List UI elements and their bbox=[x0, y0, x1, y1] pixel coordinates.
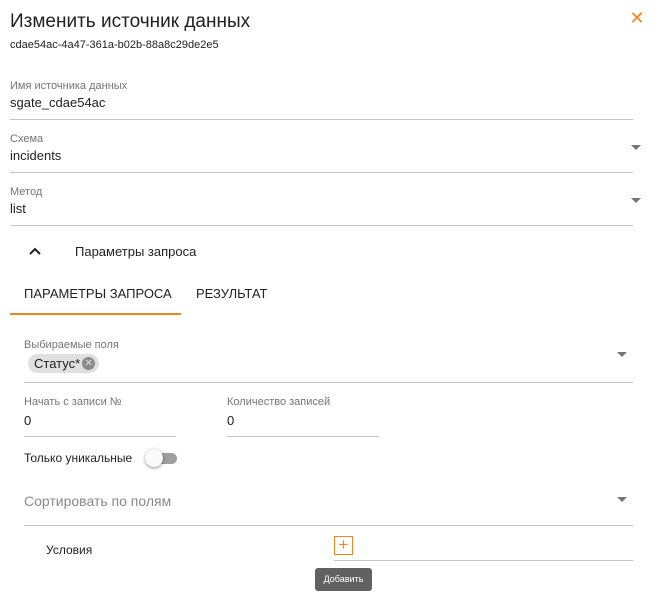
sort-fields-select[interactable]: Сортировать по полям bbox=[24, 484, 633, 526]
data-source-id: cdae54ac-4a47-361a-b02b-88a8c29de2e5 bbox=[10, 39, 219, 51]
data-source-name-label: Имя источника данных bbox=[10, 80, 128, 92]
chevron-up-icon[interactable] bbox=[26, 244, 44, 258]
method-select[interactable]: Метод list bbox=[10, 185, 633, 226]
data-source-name-field[interactable]: Имя источника данных sgate_cdae54ac bbox=[10, 79, 633, 120]
remove-chip-icon[interactable]: ✕ bbox=[82, 357, 96, 370]
record-count-value: 0 bbox=[227, 413, 235, 428]
sort-fields-dropdown-icon[interactable] bbox=[617, 497, 627, 502]
start-from-field[interactable]: Начать с записи № 0 bbox=[24, 395, 176, 437]
start-from-value: 0 bbox=[24, 413, 32, 428]
field-chip[interactable]: Статус* ✕ bbox=[28, 354, 100, 373]
method-dropdown-icon[interactable] bbox=[631, 198, 641, 203]
sort-fields-placeholder: Сортировать по полям bbox=[24, 493, 172, 509]
selected-fields-label: Выбираемые поля bbox=[24, 339, 119, 351]
selected-fields-select[interactable]: Выбираемые поля bbox=[24, 338, 633, 383]
add-tooltip: Добавить bbox=[315, 568, 372, 591]
tab-result[interactable]: РЕЗУЛЬТАТ bbox=[196, 286, 267, 301]
method-label: Метод bbox=[10, 186, 43, 198]
dialog-title: Изменить источник данных bbox=[10, 11, 251, 32]
tab-query-params[interactable]: ПАРАМЕТРЫ ЗАПРОСА bbox=[24, 286, 172, 301]
close-icon[interactable]: ✕ bbox=[629, 9, 645, 27]
record-count-field[interactable]: Количество записей 0 bbox=[227, 395, 379, 437]
method-value: list bbox=[10, 201, 26, 216]
unique-only-toggle[interactable] bbox=[145, 449, 163, 467]
field-chip-label: Статус* bbox=[34, 356, 81, 371]
selected-fields-dropdown-icon[interactable] bbox=[617, 352, 627, 357]
start-from-label: Начать с записи № bbox=[24, 396, 122, 408]
add-condition-button[interactable]: + bbox=[334, 536, 353, 555]
schema-label: Схема bbox=[10, 133, 44, 145]
schema-value: incidents bbox=[10, 148, 62, 163]
data-source-name-value: sgate_cdae54ac bbox=[10, 95, 106, 110]
query-params-section-title: Параметры запроса bbox=[75, 244, 197, 259]
active-tab-indicator bbox=[10, 313, 181, 315]
schema-dropdown-icon[interactable] bbox=[631, 145, 641, 150]
record-count-label: Количество записей bbox=[227, 396, 331, 408]
schema-select[interactable]: Схема incidents bbox=[10, 132, 633, 173]
conditions-label: Условия bbox=[46, 543, 93, 557]
conditions-divider bbox=[334, 560, 633, 561]
unique-only-label: Только уникальные bbox=[24, 451, 133, 465]
